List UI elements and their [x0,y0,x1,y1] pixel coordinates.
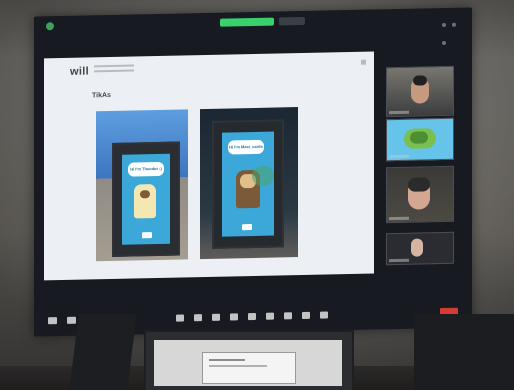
room-scene: will TikAs Hi I'm Theodor :) Hi I'm Maxi… [0,0,514,390]
monitor-center-screen [154,340,342,386]
projected-zoom-window: will TikAs Hi I'm Theodor :) Hi I'm Maxi… [34,7,472,337]
security-icon[interactable] [46,22,54,31]
bus-shelter-right: Hi I'm Maxi_cards [212,119,284,249]
record-icon[interactable] [266,312,274,320]
monitor-left [69,314,137,390]
slide-title: TikAs [92,91,111,100]
participant-tile-2[interactable] [386,117,454,162]
bus-shelter-left: Hi I'm Theodor :) [112,141,180,257]
more-icon[interactable] [320,311,328,319]
participant-tile-1[interactable] [386,65,454,118]
poster-logo-left [142,232,152,239]
view-options-button[interactable] [279,16,305,26]
participant-tile-3[interactable] [386,165,454,224]
avatar-left [134,184,156,219]
participant-avatar-4 [411,238,423,257]
window-controls[interactable] [442,14,462,46]
header-line-1 [94,64,134,68]
participant-avatar-3 [408,179,430,210]
apps-icon[interactable] [302,311,310,319]
leaf-decoration [252,165,274,187]
photo-left: Hi I'm Theodor :) [96,109,188,262]
participant-name-strip-3 [389,216,409,221]
screen-share-indicator[interactable] [220,17,274,27]
slide-header-text-lines [94,64,134,75]
presentation-slide: will TikAs Hi I'm Theodor :) Hi I'm Maxi… [44,51,374,281]
poster-left: Hi I'm Theodor :) [122,153,170,245]
close-icon[interactable] [442,40,446,46]
share-screen-icon[interactable] [248,312,256,321]
chat-icon[interactable] [212,313,220,321]
poster-logo-right [242,224,252,231]
poster-right-caption: Hi I'm Maxi_cards [228,139,264,155]
slide-header: will [44,51,374,84]
slide-logo: will [70,65,89,78]
captions-icon[interactable] [284,312,292,320]
participant-name-strip-4 [389,258,409,263]
security-control-icon[interactable] [176,314,184,322]
participant-sidebar [382,48,458,278]
react-icon[interactable] [230,313,238,321]
participant-tile-4[interactable] [386,231,454,266]
photo-right: Hi I'm Maxi_cards [200,107,298,260]
participant-name-strip-2 [389,154,409,159]
participant-name-strip-1 [389,110,409,115]
minimize-icon[interactable] [442,22,446,28]
maximize-icon[interactable] [452,22,457,27]
footer-center-controls [176,311,328,322]
monitor-center [144,330,354,390]
monitor-center-window [202,352,296,384]
participant-avatar-1 [411,77,429,104]
mic-icon[interactable] [48,317,57,325]
slide-close-icon [361,59,366,65]
header-line-2 [94,69,134,73]
participants-icon[interactable] [194,314,202,322]
camera-icon[interactable] [67,316,76,324]
poster-left-caption: Hi I'm Theodor :) [128,161,164,177]
monitor-right [414,314,514,390]
footer-left-controls [48,316,76,325]
turtle-avatar [404,128,436,149]
